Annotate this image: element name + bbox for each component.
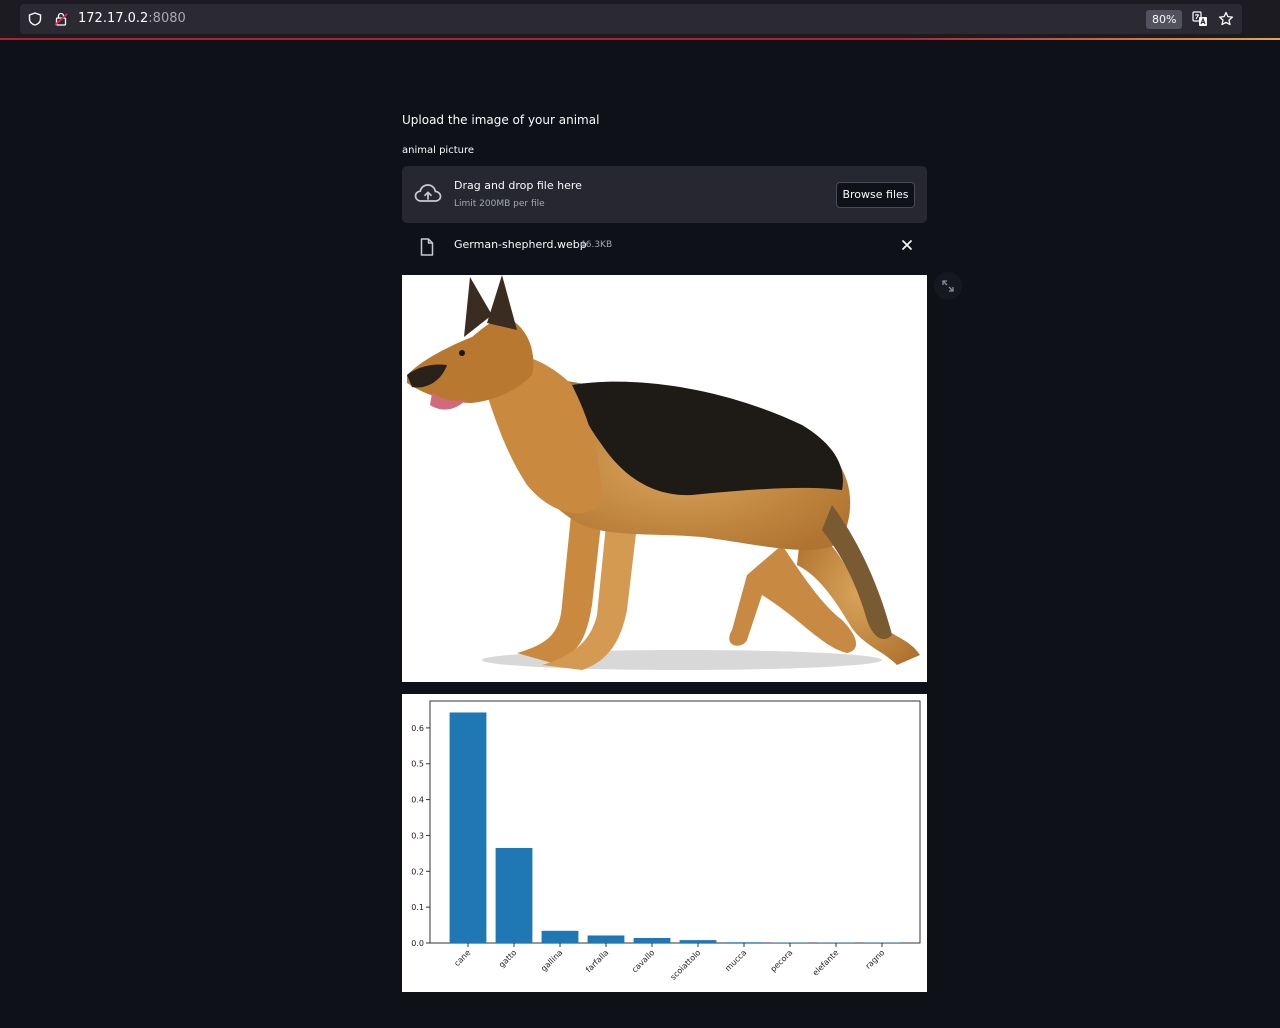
close-icon[interactable] [900, 238, 914, 252]
uploader-label: animal picture [402, 145, 474, 156]
zoom-level-badge[interactable]: 80% [1146, 10, 1183, 29]
bar-scoiattolo [679, 940, 717, 943]
shield-icon[interactable] [28, 12, 42, 26]
bar-cavallo [633, 937, 671, 943]
y-tick-label: 0.2 [411, 867, 424, 876]
uploaded-file-row: German-shepherd.webp 46.3KB [402, 232, 927, 260]
x-tick-label: scoiattolo [669, 948, 703, 982]
url-port: :8080 [148, 11, 186, 26]
x-tick-label: cane [452, 948, 472, 968]
y-tick-label: 0.3 [411, 831, 424, 840]
y-tick-label: 0.4 [411, 796, 424, 805]
star-icon[interactable] [1218, 11, 1234, 27]
browse-files-button[interactable]: Browse files [836, 182, 915, 208]
bar-gallina [541, 930, 579, 943]
x-tick-label: gallina [539, 948, 564, 973]
cloud-upload-icon [414, 184, 442, 202]
bar-farfalla [587, 935, 625, 943]
url-host: 172.17.0.2 [78, 11, 149, 26]
uploaded-animal-image [402, 275, 927, 682]
x-tick-label: elefante [811, 948, 841, 978]
file-icon [420, 238, 434, 256]
x-tick-label: ragno [864, 948, 887, 971]
bar-cane [449, 712, 487, 943]
prediction-chart: 0.0 0.1 0.2 0.3 0.4 0.5 0.6 cane gatto gallina far… [402, 694, 927, 992]
x-tick-label: gatto [497, 948, 518, 969]
uploaded-file-name: German-shepherd.webp [454, 238, 587, 251]
x-tick-label: cavallo [630, 948, 656, 974]
file-dropzone[interactable]: Drag and drop file here Limit 200MB per … [402, 166, 927, 223]
fullscreen-button[interactable] [934, 272, 962, 300]
prediction-bar-chart: 0.0 0.1 0.2 0.3 0.4 0.5 0.6 cane gatto gallina far… [411, 700, 921, 982]
browser-toolbar: 172.17.0.2:8080 80% [0, 0, 1280, 40]
address-bar[interactable]: 172.17.0.2:8080 80% [20, 4, 1242, 34]
y-tick-label: 0.1 [411, 903, 424, 912]
bar-gatto [495, 847, 533, 943]
translate-icon[interactable] [1192, 11, 1208, 27]
bar-mucca [725, 942, 763, 943]
lock-icon[interactable] [54, 12, 68, 26]
y-tick-label: 0.6 [411, 724, 424, 733]
uploaded-file-size: 46.3KB [580, 240, 613, 250]
y-tick-label: 0.5 [411, 760, 424, 769]
page-load-indicator [0, 38, 1280, 40]
y-tick-label: 0.0 [411, 939, 424, 948]
dropzone-limit: Limit 200MB per file [454, 199, 545, 209]
x-tick-label: farfalla [584, 948, 610, 974]
x-tick-label: mucca [723, 948, 748, 973]
page-heading: Upload the image of your animal [402, 113, 600, 127]
dropzone-title: Drag and drop file here [454, 179, 582, 192]
url-text[interactable]: 172.17.0.2:8080 [78, 11, 186, 26]
x-tick-label: pecora [769, 948, 795, 974]
fullscreen-icon [942, 280, 954, 292]
german-shepherd-picture [407, 275, 920, 670]
